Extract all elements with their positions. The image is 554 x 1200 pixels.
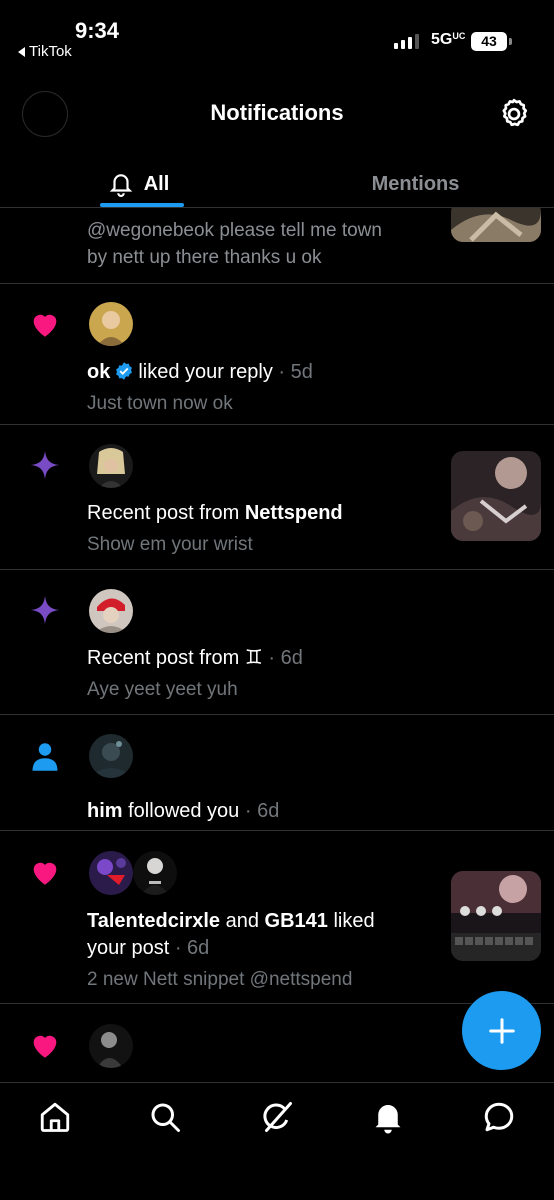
status-bar: 9:34 TikTok 5GUC 43 [0, 0, 554, 70]
list-item[interactable]: ok liked your reply · 5d Just town now ok [0, 284, 554, 425]
notification-text: Talentedcirxle and GB141 liked [87, 908, 375, 934]
post-thumbnail[interactable] [451, 208, 541, 242]
battery-cap [509, 38, 512, 45]
network-label: 5GUC [431, 31, 466, 48]
back-arrow-icon [18, 46, 25, 57]
list-item[interactable]: Recent post from Nettspend Show em your … [0, 425, 554, 570]
compose-button[interactable] [462, 991, 541, 1070]
list-item[interactable]: Talentedcirxle and GB141 liked your post… [0, 831, 554, 1004]
nav-grok[interactable] [259, 1099, 295, 1135]
notification-action: followed you [128, 800, 240, 822]
post-thumbnail[interactable] [451, 871, 541, 961]
avatar[interactable] [89, 589, 133, 633]
back-app-label: TikTok [29, 43, 72, 60]
heart-icon [28, 307, 62, 341]
person-icon [30, 740, 64, 774]
actor-name[interactable]: GB141 [265, 910, 328, 932]
back-to-app-link[interactable]: TikTok [18, 43, 72, 60]
heart-icon [28, 855, 62, 889]
notification-snippet: 2 new Nett snippet @nettspend [87, 969, 353, 990]
nav-messages[interactable] [481, 1099, 517, 1135]
conjunction: and [225, 910, 259, 932]
actor-name[interactable]: Nettspend [245, 502, 343, 524]
grok-icon [263, 1102, 292, 1132]
actor-name[interactable]: ♊ [245, 647, 263, 669]
tab-all[interactable]: All [0, 160, 277, 208]
avatar[interactable] [89, 444, 133, 488]
timestamp: · 6d [268, 647, 303, 669]
plus-icon [488, 1017, 515, 1044]
actor-name[interactable]: ok [87, 361, 110, 383]
message-icon [484, 1102, 514, 1132]
bell-outline-icon [109, 174, 133, 197]
notification-action: liked [333, 910, 375, 932]
gear-icon [502, 98, 528, 127]
actor-name[interactable]: Talentedcirxle [87, 910, 220, 932]
search-icon [151, 1103, 180, 1132]
bell-icon [375, 1105, 401, 1134]
avatar[interactable] [89, 1024, 133, 1068]
sparkle-icon [28, 593, 62, 627]
settings-button[interactable] [496, 96, 532, 132]
avatar[interactable] [89, 851, 133, 895]
notification-text: ok liked your reply · 5d [87, 359, 313, 385]
notification-feed[interactable]: ▬ ▬ ▬ ▬ @wegonebeok please tell me town … [0, 208, 554, 1082]
nav-search[interactable] [147, 1099, 183, 1135]
verified-badge-icon [116, 362, 133, 380]
list-item[interactable]: him followed you · 6d [0, 715, 554, 831]
notification-snippet: @wegonebeok please tell me town [87, 220, 382, 241]
tab-mentions-label: Mentions [371, 172, 460, 195]
list-item[interactable]: Recent post from ♊ · 6d Aye yeet yeet yu… [0, 570, 554, 715]
notification-text: him followed you · 6d [87, 798, 279, 824]
notification-text: Recent post from ♊ · 6d [87, 645, 303, 671]
list-item[interactable]: ▬ ▬ ▬ ▬ @wegonebeok please tell me town … [0, 208, 554, 284]
heart-icon [28, 1028, 62, 1062]
battery-icon: 43 [471, 32, 507, 51]
tab-all-label: All [143, 172, 170, 195]
status-time: 9:34 [75, 18, 120, 43]
avatar[interactable] [89, 302, 133, 346]
nav-home[interactable] [37, 1099, 73, 1135]
notification-snippet: Show em your wrist [87, 534, 253, 555]
post-thumbnail[interactable] [451, 451, 541, 541]
signal-icon [394, 34, 419, 49]
avatar[interactable] [89, 734, 133, 778]
notification-text: Recent post from Nettspend [87, 500, 343, 526]
tab-mentions[interactable]: Mentions [277, 160, 554, 208]
actor-name[interactable]: him [87, 800, 123, 822]
notification-snippet: Aye yeet yeet yuh [87, 679, 238, 700]
notification-action: Recent post from [87, 502, 240, 524]
bottom-nav [0, 1082, 554, 1200]
avatar[interactable] [133, 851, 177, 895]
timestamp: · 6d [174, 937, 210, 959]
nav-notifications[interactable] [370, 1099, 406, 1135]
timestamp: · 5d [278, 361, 313, 383]
home-icon [40, 1102, 70, 1132]
notification-action: your post [87, 937, 170, 959]
notification-action: Recent post from [87, 647, 240, 669]
notification-snippet: Just town now ok [87, 393, 233, 414]
notification-text: your post · 6d [87, 935, 209, 961]
notification-action: liked your reply [138, 361, 273, 383]
page-title: Notifications [210, 100, 344, 125]
sparkle-icon [28, 448, 62, 482]
timestamp: · 6d [244, 800, 280, 822]
notification-snippet: by nett up there thanks u ok [87, 247, 322, 268]
